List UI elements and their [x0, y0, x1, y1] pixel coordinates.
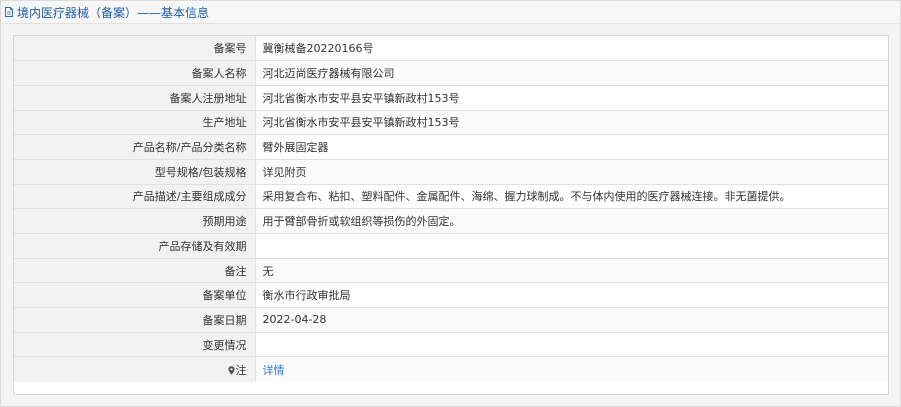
info-table: 备案号 冀衡械备20220166号 备案人名称 河北迈尚医疗器械有限公司 备案人注册… [14, 36, 888, 382]
table-row: 备案人注册地址 河北省衡水市安平县安平镇新政村153号 [14, 85, 888, 111]
row-value: 冀衡械备20220166号 [255, 36, 888, 62]
table-row: 产品名称/产品分类名称 臂外展固定器 [14, 134, 888, 160]
row-label: 备案单位 [14, 282, 256, 309]
row-label: 备案日期 [14, 307, 256, 333]
table-row: 备案人名称 河北迈尚医疗器械有限公司 [14, 60, 888, 86]
table-row: 产品描述/主要组成成分 采用复合布、粘扣、塑料配件、金属配件、海绵、握力球制成。不… [14, 184, 888, 210]
table-row: 型号规格/包装规格 详见附页 [14, 159, 888, 185]
info-panel: 备案号 冀衡械备20220166号 备案人名称 河北迈尚医疗器械有限公司 备案人注册… [13, 35, 889, 395]
row-value: 河北省衡水市安平县安平镇新政村153号 [255, 85, 888, 111]
note-value-cell: 详情 [255, 356, 888, 382]
row-label: 备案人名称 [14, 60, 256, 86]
row-value [255, 233, 888, 259]
row-label: 预期用途 [14, 208, 256, 234]
row-label: 产品存储及有效期 [14, 233, 256, 259]
row-value: 河北省衡水市安平县安平镇新政村153号 [255, 110, 888, 136]
table-row: 备案单位 衡水市行政审批局 [14, 282, 888, 309]
row-label: 备注 [14, 258, 256, 284]
details-link[interactable]: 详情 [263, 364, 285, 377]
table-row: 产品存储及有效期 [14, 233, 888, 259]
row-label: 变更情况 [14, 332, 256, 358]
note-row: 注 详情 [14, 356, 888, 382]
table-row: 变更情况 [14, 332, 888, 358]
row-label: 备案人注册地址 [14, 85, 256, 111]
row-value: 臂外展固定器 [255, 134, 888, 160]
row-label: 型号规格/包装规格 [14, 159, 256, 185]
row-value: 衡水市行政审批局 [255, 282, 888, 309]
page-frame: 境内医疗器械（备案）——基本信息 备案号 冀衡械备20220166号 备案人名称河… [0, 0, 901, 407]
row-value [255, 332, 888, 358]
row-value: 详见附页 [255, 159, 888, 185]
row-label: 产品名称/产品分类名称 [14, 134, 256, 160]
row-value: 2022-04-28 [255, 307, 888, 333]
document-icon [5, 7, 13, 17]
table-row: 备注无 [14, 258, 888, 284]
row-value: 无 [255, 258, 888, 284]
title-bar: 境内医疗器械（备案）——基本信息 [1, 1, 900, 24]
row-value: 采用复合布、粘扣、塑料配件、金属配件、海绵、握力球制成。不与体内使用的医疗器械连… [255, 184, 888, 210]
page-title: 境内医疗器械（备案）——基本信息 [17, 5, 210, 20]
row-value: 河北迈尚医疗器械有限公司 [255, 60, 888, 86]
table-row: 备案号 冀衡械备20220166号 [14, 36, 888, 62]
note-label-cell: 注 [14, 356, 256, 382]
row-label: 产品描述/主要组成成分 [14, 184, 256, 210]
map-pin-icon [227, 365, 235, 375]
row-label: 备案号 [14, 36, 256, 62]
table-row: 生产地址 河北省衡水市安平县安平镇新政村153号 [14, 110, 888, 136]
table-row: 预期用途 用于臂部骨折或软组织等损伤的外固定。 [14, 208, 888, 234]
table-row: 备案日期 2022-04-28 [14, 307, 888, 333]
row-value: 用于臂部骨折或软组织等损伤的外固定。 [255, 208, 888, 234]
note-label: 注 [235, 363, 247, 377]
row-label: 生产地址 [14, 110, 256, 136]
